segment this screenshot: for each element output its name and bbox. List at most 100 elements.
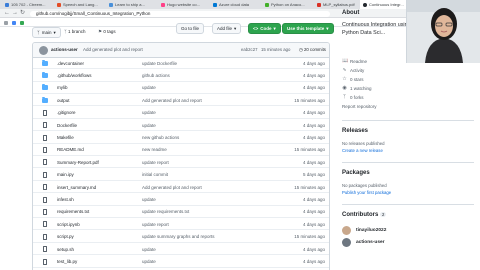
table-row[interactable]: infest.sh update 4 days ago bbox=[33, 194, 329, 206]
file-name-link[interactable]: Makefile bbox=[57, 135, 74, 140]
contributor-name[interactable]: actions-user bbox=[356, 240, 385, 245]
table-row[interactable]: Makefile new github actions 4 days ago bbox=[33, 132, 329, 144]
commit-message-link[interactable]: Add generated plot and report bbox=[142, 185, 202, 190]
browser-tab[interactable]: Learn to ship a... bbox=[106, 0, 156, 9]
table-row[interactable]: README.md new readme 15 minutes ago bbox=[33, 145, 329, 157]
commit-author[interactable]: actions-user bbox=[51, 47, 78, 52]
file-icon-wrap bbox=[33, 233, 57, 240]
file-name-link[interactable]: script.py bbox=[57, 234, 74, 239]
tags-link[interactable]: ⚑ 0 tags bbox=[98, 29, 116, 35]
watching-link[interactable]: ◉ 1 watching bbox=[342, 85, 371, 91]
file-name-link[interactable]: insert_summary.md bbox=[57, 185, 96, 190]
go-to-file-button[interactable]: Go to file bbox=[176, 23, 205, 34]
bookmark-item[interactable] bbox=[20, 20, 24, 26]
commit-message-link[interactable]: github actions bbox=[142, 73, 170, 78]
commit-hash[interactable]: eab2c27 bbox=[241, 47, 258, 52]
releases-heading[interactable]: Releases bbox=[342, 128, 368, 134]
avatar[interactable] bbox=[342, 238, 351, 247]
tab-favicon-icon bbox=[317, 2, 321, 7]
table-row[interactable]: .devcontainer update Dockerfile 4 days ago bbox=[33, 58, 329, 70]
browser-tab-active[interactable]: Continuous Integr... bbox=[360, 0, 406, 9]
activity-link[interactable]: ∿ Activity bbox=[342, 67, 364, 73]
forward-icon[interactable]: → bbox=[12, 10, 18, 17]
commit-message-link[interactable]: update bbox=[142, 259, 156, 264]
file-name-link[interactable]: .devcontainer bbox=[57, 61, 84, 66]
table-row[interactable]: script.ipynb update report 4 days ago bbox=[33, 219, 329, 231]
commit-message-link[interactable]: update requirements.txt bbox=[142, 209, 189, 214]
commit-message-link[interactable]: new readme bbox=[142, 147, 167, 152]
table-row[interactable]: mylib update 4 days ago bbox=[33, 83, 329, 95]
commit-message-link[interactable]: update bbox=[142, 123, 156, 128]
branch-select-button[interactable]: ᛉ main ▾ bbox=[32, 27, 61, 38]
table-row[interactable]: Summary-Report.pdf update report 4 days ag… bbox=[33, 157, 329, 169]
contributor-name[interactable]: tinayiluo2022 bbox=[356, 228, 386, 233]
commit-message-link[interactable]: update bbox=[142, 85, 156, 90]
browser-tab[interactable]: Python on Anaco... bbox=[262, 0, 312, 9]
file-name-link[interactable]: .gitignore bbox=[57, 110, 76, 115]
commits-link[interactable]: ◷ 20 commits bbox=[299, 47, 326, 53]
commit-message-link[interactable]: initial commit bbox=[142, 172, 168, 177]
file-name-link[interactable]: README.md bbox=[57, 147, 84, 152]
commit-message-link[interactable]: update report bbox=[142, 222, 169, 227]
code-button[interactable]: <> Code ▾ bbox=[248, 23, 281, 34]
commit-message-link[interactable]: update bbox=[142, 247, 156, 252]
file-name-link[interactable]: Dockerfile bbox=[57, 123, 77, 128]
file-name-link[interactable]: requirements.txt bbox=[57, 209, 89, 214]
browser-tab[interactable]: Azure cloud data bbox=[210, 0, 260, 9]
file-name-link[interactable]: mylib bbox=[57, 85, 68, 90]
code-icon: <> bbox=[253, 26, 259, 31]
use-template-button[interactable]: Use this template ▾ bbox=[282, 23, 334, 34]
avatar[interactable] bbox=[342, 226, 351, 235]
table-row[interactable]: insert_summary.md Add generated plot and … bbox=[33, 182, 329, 194]
table-row[interactable]: main.ipy initial commit 5 days ago bbox=[33, 170, 329, 181]
publish-package-link[interactable]: Publish your first package bbox=[342, 190, 391, 195]
browser-tab[interactable]: Speech and Lang... bbox=[54, 0, 104, 9]
table-row[interactable]: test_lib.py update 4 days ago bbox=[33, 256, 329, 268]
commit-message-link[interactable]: update summary graphs and reports bbox=[142, 234, 215, 239]
file-name-link[interactable]: setup.sh bbox=[57, 247, 74, 252]
packages-heading[interactable]: Packages bbox=[342, 170, 370, 176]
create-release-link[interactable]: Create a new release bbox=[342, 148, 383, 153]
folder-icon bbox=[42, 72, 48, 79]
commit-message-link[interactable]: update report bbox=[142, 160, 169, 165]
table-row[interactable]: setup.sh update 4 days ago bbox=[33, 244, 329, 256]
bookmark-item[interactable] bbox=[4, 20, 8, 26]
table-row[interactable]: .github/workflows github actions 4 days ag… bbox=[33, 70, 329, 82]
file-name-link[interactable]: output bbox=[57, 98, 70, 103]
browser-tab[interactable]: 105 702 - Ctreem... bbox=[2, 0, 52, 9]
commit-message-link[interactable]: Add generated plot and report bbox=[142, 98, 202, 103]
browser-tab[interactable]: Hugo website co... bbox=[158, 0, 208, 9]
bookmark-item[interactable] bbox=[12, 20, 16, 26]
tag-icon: ⚑ bbox=[98, 29, 103, 34]
file-name-link[interactable]: infest.sh bbox=[57, 197, 74, 202]
table-row[interactable]: script.py update summary graphs and repor… bbox=[33, 232, 329, 243]
table-row[interactable]: requirements.txt update requirements.txt 4… bbox=[33, 207, 329, 219]
commit-message-link[interactable]: new github actions bbox=[142, 135, 179, 140]
file-name-link[interactable]: main.ipy bbox=[57, 172, 74, 177]
reload-icon[interactable]: ↻ bbox=[20, 10, 25, 17]
table-row[interactable]: output Add generated plot and report 15 mi… bbox=[33, 95, 329, 107]
stars-link[interactable]: ☆ 0 stars bbox=[342, 76, 363, 82]
add-file-button[interactable]: Add file ▾ bbox=[212, 23, 242, 34]
readme-link[interactable]: 📖 Readme bbox=[342, 58, 367, 64]
table-row[interactable]: .gitignore update 4 days ago bbox=[33, 108, 329, 119]
folder-icon-wrap bbox=[33, 72, 57, 79]
commit-message-link[interactable]: update Dockerfile bbox=[142, 61, 177, 66]
file-name-link[interactable]: Summary-Report.pdf bbox=[57, 160, 99, 165]
file-name-link[interactable]: script.ipynb bbox=[57, 222, 80, 227]
back-icon[interactable]: ← bbox=[4, 10, 10, 17]
file-icon bbox=[42, 146, 48, 153]
file-name-link[interactable]: .github/workflows bbox=[57, 73, 92, 78]
address-input[interactable]: github.com/nogibjj/Small_Continuous_Inte… bbox=[30, 10, 330, 17]
browser-tab[interactable]: MLP_syllabus.pdf bbox=[314, 0, 358, 9]
table-row[interactable]: Dockerfile update 4 days ago bbox=[33, 120, 329, 132]
forks-link[interactable]: ᛉ0 forks bbox=[342, 94, 364, 100]
branches-link[interactable]: ᛉ 1 branch bbox=[64, 29, 85, 34]
commit-message-link[interactable]: update bbox=[142, 197, 156, 202]
report-repository-link[interactable]: Report repository bbox=[342, 104, 377, 109]
commit-message-link[interactable]: update bbox=[142, 110, 156, 115]
chevron-down-icon: ▾ bbox=[273, 26, 276, 31]
commit-message[interactable]: Add generated plot and report bbox=[83, 47, 143, 52]
file-name-link[interactable]: test_lib.py bbox=[57, 259, 77, 264]
contributors-heading[interactable]: Contributors 2 bbox=[342, 212, 387, 218]
